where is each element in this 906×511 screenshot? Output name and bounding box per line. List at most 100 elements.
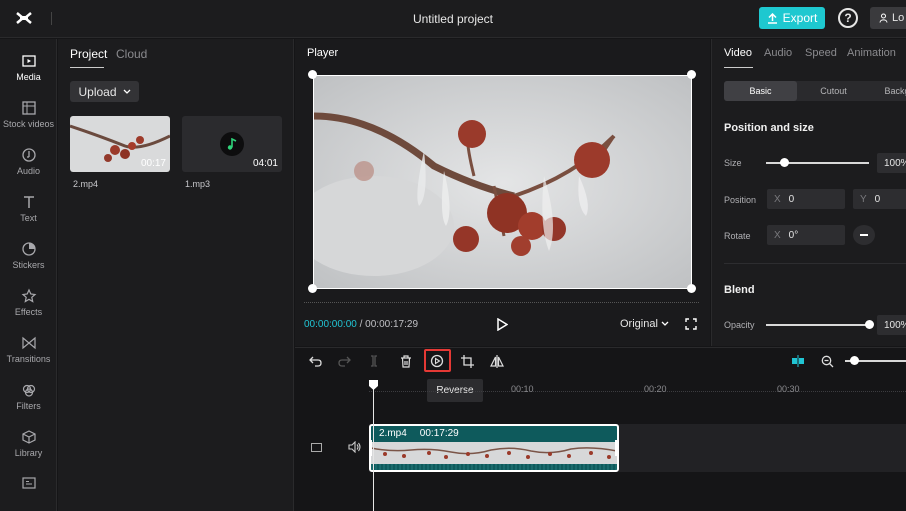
tab-animation[interactable]: Animation (847, 47, 896, 59)
nav-label: Media (16, 72, 41, 82)
nav-label: Text (20, 213, 37, 223)
export-button[interactable]: Export (759, 7, 825, 29)
opacity-slider[interactable] (766, 324, 869, 326)
nav-library[interactable]: Library (0, 429, 57, 458)
media-filename: 2.mp4 (73, 179, 99, 189)
nav-transitions[interactable]: Transitions (0, 335, 57, 364)
media-duration: 00:17 (140, 158, 166, 169)
tab-audio[interactable]: Audio (764, 47, 792, 59)
ratio-label: Original (620, 318, 658, 330)
rotate-input[interactable]: X 0° (767, 225, 845, 245)
player-time: 00:00:00:00 / 00:00:17:29 (304, 319, 418, 330)
video-track-icon (311, 443, 322, 452)
time-separator: / (356, 319, 366, 330)
tab-speed[interactable]: Speed (805, 47, 837, 59)
resize-handle-tl[interactable] (308, 70, 317, 79)
position-y-input[interactable]: Y0 (853, 189, 906, 209)
user-icon (879, 13, 888, 23)
tab-video[interactable]: Video (724, 47, 752, 59)
text-icon (23, 196, 34, 208)
video-preview[interactable] (313, 75, 692, 289)
playhead[interactable] (373, 380, 374, 511)
nav-captions[interactable] (0, 475, 57, 494)
nav-stickers[interactable]: Stickers (0, 241, 57, 270)
subtab-background[interactable]: Backg (870, 81, 906, 101)
snap-icon[interactable] (790, 353, 806, 369)
export-label: Export (782, 11, 818, 25)
axis-label: Y (860, 193, 867, 205)
captions-icon (21, 477, 36, 489)
nav-label: Effects (14, 307, 43, 317)
clip-audio-wave (371, 464, 617, 470)
properties-panel: Video Audio Speed Animation Basic Cutout… (711, 39, 906, 346)
audio-icon (21, 148, 36, 162)
rotate-label: Rotate (724, 231, 751, 241)
section-position-size: Position and size (724, 122, 814, 134)
position-x-input[interactable]: X0 (767, 189, 845, 209)
nav-filters[interactable]: Filters (0, 382, 57, 411)
upload-button[interactable]: Upload (70, 81, 139, 102)
media-thumb-video[interactable]: 00:17 (70, 116, 170, 172)
size-input[interactable]: 100% (877, 153, 906, 173)
position-x-value: 0 (788, 193, 795, 205)
split-icon[interactable] (366, 353, 382, 369)
undo-icon[interactable] (307, 353, 323, 369)
login-label: Lo (892, 12, 905, 24)
media-thumb-audio[interactable]: 04:01 (182, 116, 282, 172)
tab-cloud[interactable]: Cloud (116, 47, 147, 61)
player-title: Player (307, 47, 339, 59)
resize-handle-tr[interactable] (687, 70, 696, 79)
nav-text[interactable]: Text (0, 194, 57, 223)
size-slider-knob[interactable] (779, 158, 789, 167)
media-filename: 1.mp3 (185, 179, 211, 189)
zoom-slider-knob[interactable] (850, 356, 859, 365)
ruler-tick: 00:30 (777, 384, 800, 394)
nav-effects[interactable]: Effects (0, 288, 57, 317)
opacity-input[interactable]: 100% (877, 315, 906, 335)
mute-track-icon[interactable] (348, 440, 361, 456)
tab-underline (70, 67, 104, 68)
current-time: 00:00:00:00 (304, 319, 357, 330)
login-button[interactable]: Lo (870, 7, 906, 29)
sub-tab-bar: Basic Cutout Backg (724, 81, 906, 101)
redo-icon[interactable] (336, 353, 352, 369)
player-scrubber[interactable] (304, 302, 699, 304)
tab-project[interactable]: Project (70, 47, 107, 61)
opacity-slider-knob[interactable] (865, 320, 874, 329)
fullscreen-icon[interactable] (685, 318, 697, 330)
subtab-basic[interactable]: Basic (724, 81, 797, 101)
nav-label: Library (14, 448, 43, 458)
clip-name: 2.mp4 (379, 428, 407, 439)
mirror-icon[interactable] (489, 353, 505, 369)
nav-media[interactable]: Media (0, 53, 57, 82)
axis-label: X (774, 193, 781, 205)
transitions-icon (21, 336, 36, 350)
clip-right-handle[interactable] (615, 440, 618, 456)
nav-audio[interactable]: Audio (0, 147, 57, 176)
help-icon[interactable]: ? (838, 8, 858, 28)
nav-stock-videos[interactable]: Stock videos (0, 100, 57, 129)
clip-left-handle[interactable] (369, 440, 372, 456)
ratio-select[interactable]: Original (620, 318, 669, 330)
resize-handle-br[interactable] (687, 284, 696, 293)
upload-label: Upload (78, 84, 117, 99)
delete-icon[interactable] (398, 353, 414, 369)
play-button[interactable] (496, 317, 509, 332)
clip-duration: 00:17:29 (419, 428, 459, 439)
timeline-clip[interactable]: 2.mp4 00:17:29 (369, 424, 619, 472)
zoom-out-icon[interactable] (819, 353, 835, 369)
stickers-icon (21, 242, 36, 256)
media-panel: Project Cloud Upload 00:17 04:01 2.mp4 1… (58, 39, 294, 511)
crop-icon[interactable] (459, 353, 475, 369)
size-value: 100% (884, 157, 906, 169)
nav-label: Stock videos (2, 119, 55, 129)
reverse-icon[interactable] (429, 353, 445, 369)
resize-handle-bl[interactable] (308, 284, 317, 293)
subtab-cutout[interactable]: Cutout (797, 81, 870, 101)
music-note-icon (220, 132, 244, 156)
nav-label: Stickers (12, 260, 45, 270)
rotate-dial-icon[interactable] (853, 225, 875, 245)
media-icon (21, 55, 36, 67)
effects-icon (21, 288, 36, 303)
opacity-value: 100% (884, 319, 906, 331)
